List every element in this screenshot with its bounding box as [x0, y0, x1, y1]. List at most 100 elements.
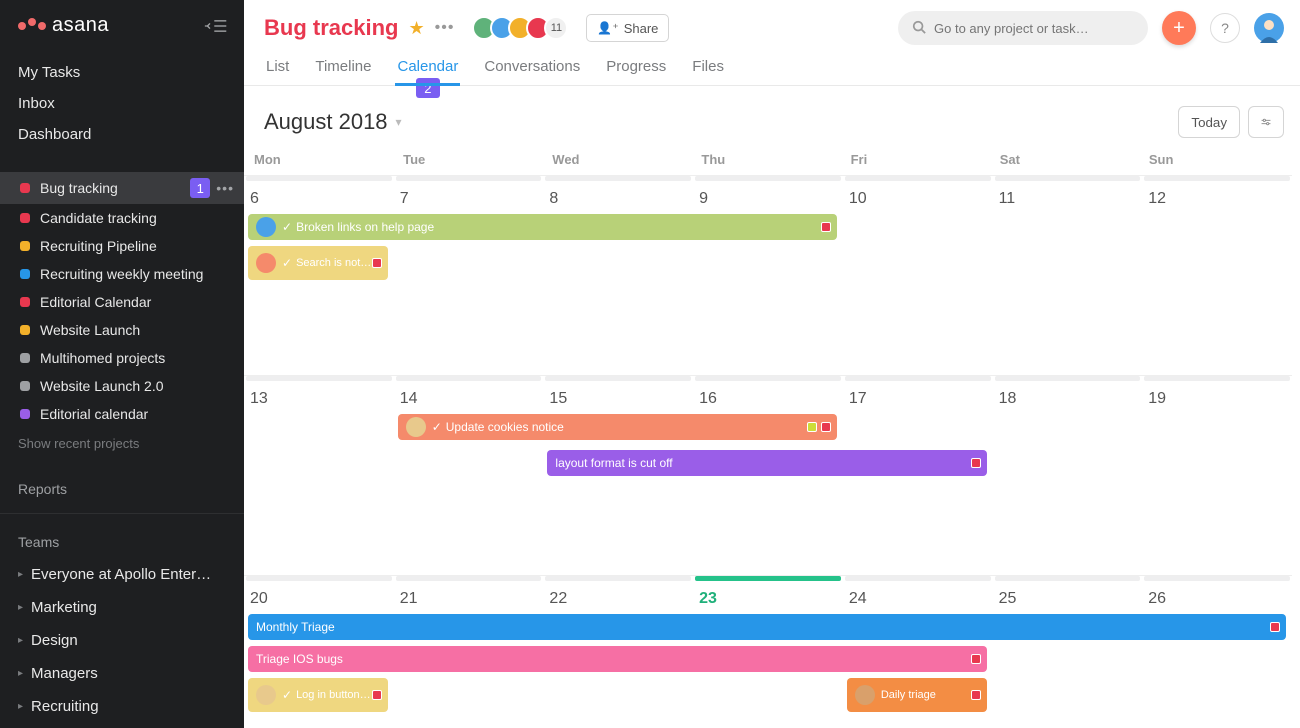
calendar-week-row: 6789 10 11 12 ✓Broken links on help page ✓ Sea…: [244, 175, 1292, 375]
sidebar-team-item[interactable]: ▸HR: [0, 723, 244, 728]
project-label: Candidate tracking: [40, 210, 234, 226]
calendar-date: 8: [549, 190, 685, 208]
calendar-date: 9: [699, 190, 835, 208]
calendar-cell[interactable]: 26: [1142, 576, 1292, 728]
calendar-date: 15: [549, 390, 685, 408]
sidebar-team-item[interactable]: ▸Marketing: [0, 591, 244, 624]
calendar-date: 11: [999, 190, 1135, 208]
calendar-cell[interactable]: 8: [543, 176, 693, 375]
calendar-event[interactable]: Daily triage: [847, 678, 987, 712]
project-members[interactable]: 11: [472, 16, 568, 40]
calendar-date: 16: [699, 390, 835, 408]
event-tag-icon: [821, 422, 831, 432]
tab-list[interactable]: List: [264, 50, 291, 85]
calendar-month-picker[interactable]: August 2018 ▾: [264, 109, 402, 135]
profile-avatar[interactable]: [1254, 13, 1284, 43]
project-color-icon: [20, 353, 30, 363]
calendar-date: 13: [250, 390, 386, 408]
calendar-cell[interactable]: 7: [394, 176, 544, 375]
calendar-month-label: August 2018: [264, 109, 388, 135]
calendar-date: 23: [699, 590, 835, 608]
global-search[interactable]: [898, 11, 1148, 45]
event-tag-icon: [807, 422, 817, 432]
sidebar-collapse-button[interactable]: [204, 18, 228, 34]
sidebar-nav-item[interactable]: Dashboard: [0, 119, 244, 150]
tab-conversations[interactable]: Conversations: [482, 50, 582, 85]
sidebar-team-item[interactable]: ▸Design: [0, 624, 244, 657]
calendar-event[interactable]: layout format is cut off: [547, 450, 986, 476]
search-input[interactable]: [934, 21, 1134, 36]
global-add-button[interactable]: +: [1162, 11, 1196, 45]
project-color-icon: [20, 241, 30, 251]
header: Bug tracking ★ ••• 11 👤⁺ Share +: [244, 0, 1300, 86]
sidebar-project-item[interactable]: Recruiting weekly meeting: [0, 260, 244, 288]
calendar-cell[interactable]: 12: [1142, 176, 1292, 375]
calendar-date: 12: [1148, 190, 1284, 208]
sidebar-project-item[interactable]: Editorial calendar: [0, 400, 244, 428]
show-recent-projects[interactable]: Show recent projects: [0, 428, 244, 459]
tab-calendar[interactable]: Calendar2: [395, 50, 460, 85]
calendar-event[interactable]: Triage IOS bugs: [248, 646, 987, 672]
event-avatar: [855, 685, 875, 705]
sidebar-project-item[interactable]: Website Launch: [0, 316, 244, 344]
sidebar-project-item[interactable]: Recruiting Pipeline: [0, 232, 244, 260]
calendar-event[interactable]: ✓Log in button…: [248, 678, 388, 712]
calendar-cell[interactable]: 25: [993, 576, 1143, 728]
project-color-icon: [20, 381, 30, 391]
project-tabs: List Timeline Calendar2 Conversations Progre…: [264, 50, 1284, 85]
sidebar-teams-title: Teams: [0, 522, 244, 558]
sidebar-nav-item[interactable]: Inbox: [0, 88, 244, 119]
calendar-event[interactable]: ✓Update cookies notice: [398, 414, 837, 440]
project-color-icon: [20, 269, 30, 279]
team-label: Everyone at Apollo Enter…: [31, 566, 211, 583]
tab-label: Conversations: [484, 58, 580, 75]
share-button[interactable]: 👤⁺ Share: [586, 14, 669, 42]
chevron-right-icon: ▸: [18, 668, 23, 679]
calendar-cell[interactable]: 10: [843, 176, 993, 375]
calendar-filter-button[interactable]: [1248, 106, 1284, 138]
event-title: Search is not…: [296, 257, 371, 269]
checkmark-icon: ✓: [282, 256, 292, 270]
tab-files[interactable]: Files: [690, 50, 726, 85]
team-label: Marketing: [31, 599, 97, 616]
tab-label: Calendar: [397, 58, 458, 75]
day-header: Sat: [994, 148, 1143, 175]
brand-logo[interactable]: asana: [18, 14, 109, 37]
member-count[interactable]: 11: [544, 16, 568, 40]
sidebar-teams: ▸Everyone at Apollo Enter…▸Marketing▸Des…: [0, 558, 244, 728]
sidebar-team-item[interactable]: ▸Recruiting: [0, 690, 244, 723]
calendar-date: 7: [400, 190, 536, 208]
sidebar-team-item[interactable]: ▸Managers: [0, 657, 244, 690]
star-icon[interactable]: ★: [408, 18, 424, 39]
event-tag-icon: [372, 690, 382, 700]
sidebar-project-item[interactable]: Website Launch 2.0: [0, 372, 244, 400]
calendar-cell[interactable]: 18: [993, 376, 1143, 575]
event-title: Broken links on help page: [296, 220, 434, 234]
calendar-body: 6789 10 11 12 ✓Broken links on help page ✓ Sea…: [244, 175, 1292, 728]
calendar-event[interactable]: ✓Broken links on help page: [248, 214, 837, 240]
tab-timeline[interactable]: Timeline: [313, 50, 373, 85]
sidebar-project-item[interactable]: Editorial Calendar: [0, 288, 244, 316]
calendar-date: 6: [250, 190, 386, 208]
calendar-cell[interactable]: 14: [394, 376, 544, 575]
sidebar-nav-item[interactable]: My Tasks: [0, 57, 244, 88]
sidebar-project-item[interactable]: Multihomed projects: [0, 344, 244, 372]
sidebar-project-item[interactable]: Bug tracking1•••: [0, 172, 244, 204]
calendar-cell[interactable]: 11: [993, 176, 1143, 375]
project-more-icon[interactable]: •••: [216, 180, 234, 196]
sidebar-reports-link[interactable]: Reports: [0, 459, 244, 505]
calendar-cell[interactable]: 19: [1142, 376, 1292, 575]
tab-progress[interactable]: Progress: [604, 50, 668, 85]
calendar-event[interactable]: ✓ Search is not…: [248, 246, 388, 280]
event-title: Daily triage: [881, 689, 936, 701]
calendar-cell[interactable]: 9: [693, 176, 843, 375]
project-more-menu[interactable]: •••: [435, 19, 455, 37]
calendar-cell[interactable]: 13: [244, 376, 394, 575]
project-title[interactable]: Bug tracking: [264, 15, 398, 41]
help-button[interactable]: ?: [1210, 13, 1240, 43]
sidebar-team-item[interactable]: ▸Everyone at Apollo Enter…: [0, 558, 244, 591]
calendar-event[interactable]: Monthly Triage: [248, 614, 1286, 640]
share-label: Share: [624, 21, 659, 36]
sidebar-project-item[interactable]: Candidate tracking: [0, 204, 244, 232]
today-button[interactable]: Today: [1178, 106, 1240, 138]
